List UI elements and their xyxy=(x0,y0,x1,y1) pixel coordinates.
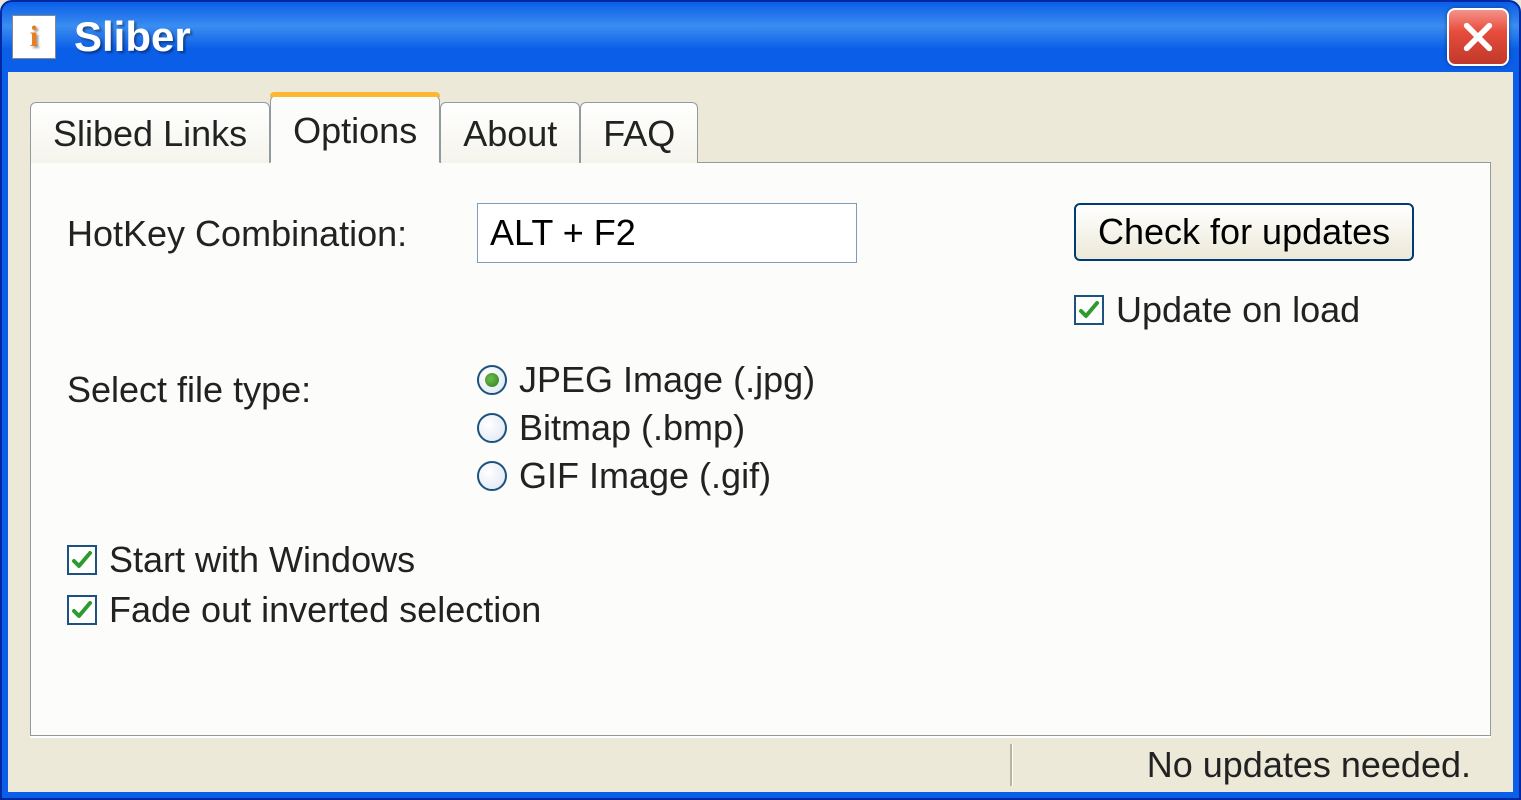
filetype-radio-bmp[interactable]: Bitmap (.bmp) xyxy=(477,407,1074,449)
tab-about[interactable]: About xyxy=(440,102,580,163)
start-with-windows-checkbox[interactable]: Start with Windows xyxy=(67,539,1454,581)
fade-out-checkbox[interactable]: Fade out inverted selection xyxy=(67,589,1454,631)
hotkey-input[interactable] xyxy=(477,203,857,263)
client-area: Slibed Links Options About FAQ HotKey Co… xyxy=(8,72,1513,792)
close-button[interactable] xyxy=(1447,8,1509,66)
start-with-windows-label: Start with Windows xyxy=(109,539,415,581)
radio-icon xyxy=(477,365,507,395)
window-title: Sliber xyxy=(74,13,1447,61)
filetype-radio-gif[interactable]: GIF Image (.gif) xyxy=(477,455,1074,497)
titlebar[interactable]: i Sliber xyxy=(2,2,1519,72)
hotkey-label: HotKey Combination: xyxy=(67,203,477,255)
radio-icon xyxy=(477,413,507,443)
checkbox-icon xyxy=(1074,295,1104,325)
filetype-jpeg-label: JPEG Image (.jpg) xyxy=(519,359,815,401)
radio-icon xyxy=(477,461,507,491)
filetype-radio-group: JPEG Image (.jpg) Bitmap (.bmp) GIF Imag… xyxy=(477,359,1074,497)
fade-out-label: Fade out inverted selection xyxy=(109,589,541,631)
app-icon: i xyxy=(12,15,56,59)
status-text: No updates needed. xyxy=(1147,744,1471,786)
checkbox-icon xyxy=(67,595,97,625)
tab-slibed-links[interactable]: Slibed Links xyxy=(30,102,270,163)
tab-options[interactable]: Options xyxy=(270,95,440,163)
filetype-gif-label: GIF Image (.gif) xyxy=(519,455,771,497)
app-window: i Sliber Slibed Links Options About FAQ … xyxy=(0,0,1521,800)
filetype-bmp-label: Bitmap (.bmp) xyxy=(519,407,745,449)
update-on-load-checkbox[interactable]: Update on load xyxy=(1074,289,1360,331)
tab-faq[interactable]: FAQ xyxy=(580,102,698,163)
statusbar: No updates needed. xyxy=(30,736,1491,792)
check-updates-button[interactable]: Check for updates xyxy=(1074,203,1414,261)
options-panel: HotKey Combination: Check for updates Up… xyxy=(30,162,1491,736)
checkbox-icon xyxy=(67,545,97,575)
close-icon xyxy=(1461,20,1495,54)
update-on-load-label: Update on load xyxy=(1116,289,1360,331)
filetype-label: Select file type: xyxy=(67,359,477,411)
filetype-radio-jpeg[interactable]: JPEG Image (.jpg) xyxy=(477,359,1074,401)
tabstrip: Slibed Links Options About FAQ xyxy=(30,94,1491,162)
